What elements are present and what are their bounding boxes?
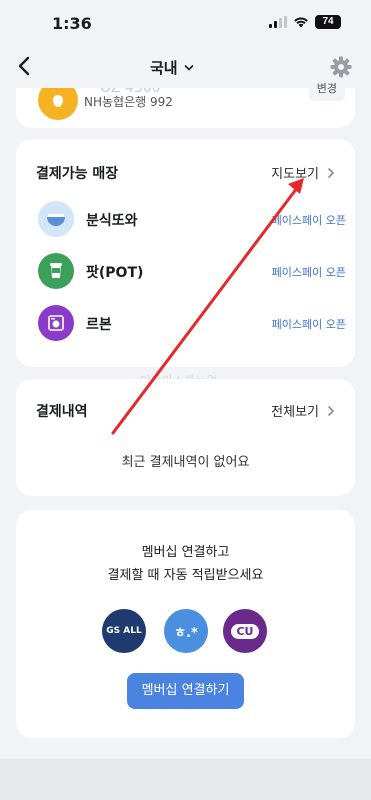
stores-title: 결제가능 매장: [36, 166, 119, 182]
stores-card: 결제가능 매장 지도보기 분식또와 페이스페이 오픈 팟(POT) 페이스페이 …: [16, 139, 355, 367]
bunsik-logo-icon: [38, 201, 74, 237]
partner-name: ㅎ.*: [174, 625, 198, 641]
membership-headline: 멤버십 연결하고: [141, 545, 230, 560]
empty-history-message: 최근 결제내역이 없어요: [121, 455, 250, 470]
view-all-link[interactable]: 전체보기: [271, 401, 335, 420]
gear-icon[interactable]: [330, 56, 352, 78]
history-card: 결제내역 전체보기 최근 결제내역이 없어요: [16, 379, 355, 496]
membership-subline: 결제할 때 자동 적립받으세요: [107, 568, 264, 583]
gs-all-logo-icon[interactable]: GS ALL: [102, 609, 146, 653]
connect-membership-button[interactable]: 멤버십 연결하기: [127, 673, 244, 709]
battery-icon: 74: [315, 15, 341, 29]
store-name: 분식또와: [86, 213, 138, 229]
lebon-logo-icon: [38, 305, 74, 341]
map-view-link[interactable]: 지도보기: [271, 163, 335, 182]
cu-logo-icon[interactable]: CU: [223, 609, 267, 653]
chevron-right-icon: [328, 167, 335, 178]
status-time: 1:36: [52, 14, 92, 33]
view-all-label: 전체보기: [271, 405, 319, 420]
chevron-down-icon: [184, 64, 193, 71]
cellular-signal-icon: [269, 16, 287, 28]
back-arrow-icon[interactable]: [14, 54, 34, 78]
happy-point-logo-icon[interactable]: ㅎ.*: [164, 609, 208, 653]
partner-name: GS ALL: [106, 626, 142, 636]
partner-name: CU: [231, 623, 259, 639]
store-item[interactable]: 분식또와 페이스페이 오픈: [36, 199, 346, 239]
map-view-label: 지도보기: [271, 167, 319, 182]
region-selector[interactable]: 국내: [150, 57, 194, 78]
status-bar: 1:36 74: [0, 0, 371, 46]
status-indicators: 74: [269, 15, 341, 29]
bank-name: NH농협은행 992: [84, 95, 173, 109]
store-status: 페이스페이 오픈: [271, 318, 346, 331]
store-status: 페이스페이 오픈: [271, 266, 346, 279]
membership-card: 멤버십 연결하고 결제할 때 자동 적립받으세요 GS ALL ㅎ.* CU 멤…: [16, 510, 355, 738]
region-label: 국내: [150, 59, 178, 77]
wifi-icon: [294, 17, 308, 28]
store-name: 르본: [86, 317, 112, 333]
store-item[interactable]: 르본 페이스페이 오픈: [36, 303, 346, 343]
pot-logo-icon: [38, 253, 74, 289]
store-name: 팟(POT): [86, 265, 144, 281]
store-item[interactable]: 팟(POT) 페이스페이 오픈: [36, 251, 346, 291]
history-title: 결제내역: [36, 404, 88, 420]
store-status: 페이스페이 오픈: [271, 214, 346, 227]
chevron-right-icon: [328, 405, 335, 416]
change-button[interactable]: 변경: [308, 77, 345, 101]
bottom-area: [0, 759, 371, 800]
